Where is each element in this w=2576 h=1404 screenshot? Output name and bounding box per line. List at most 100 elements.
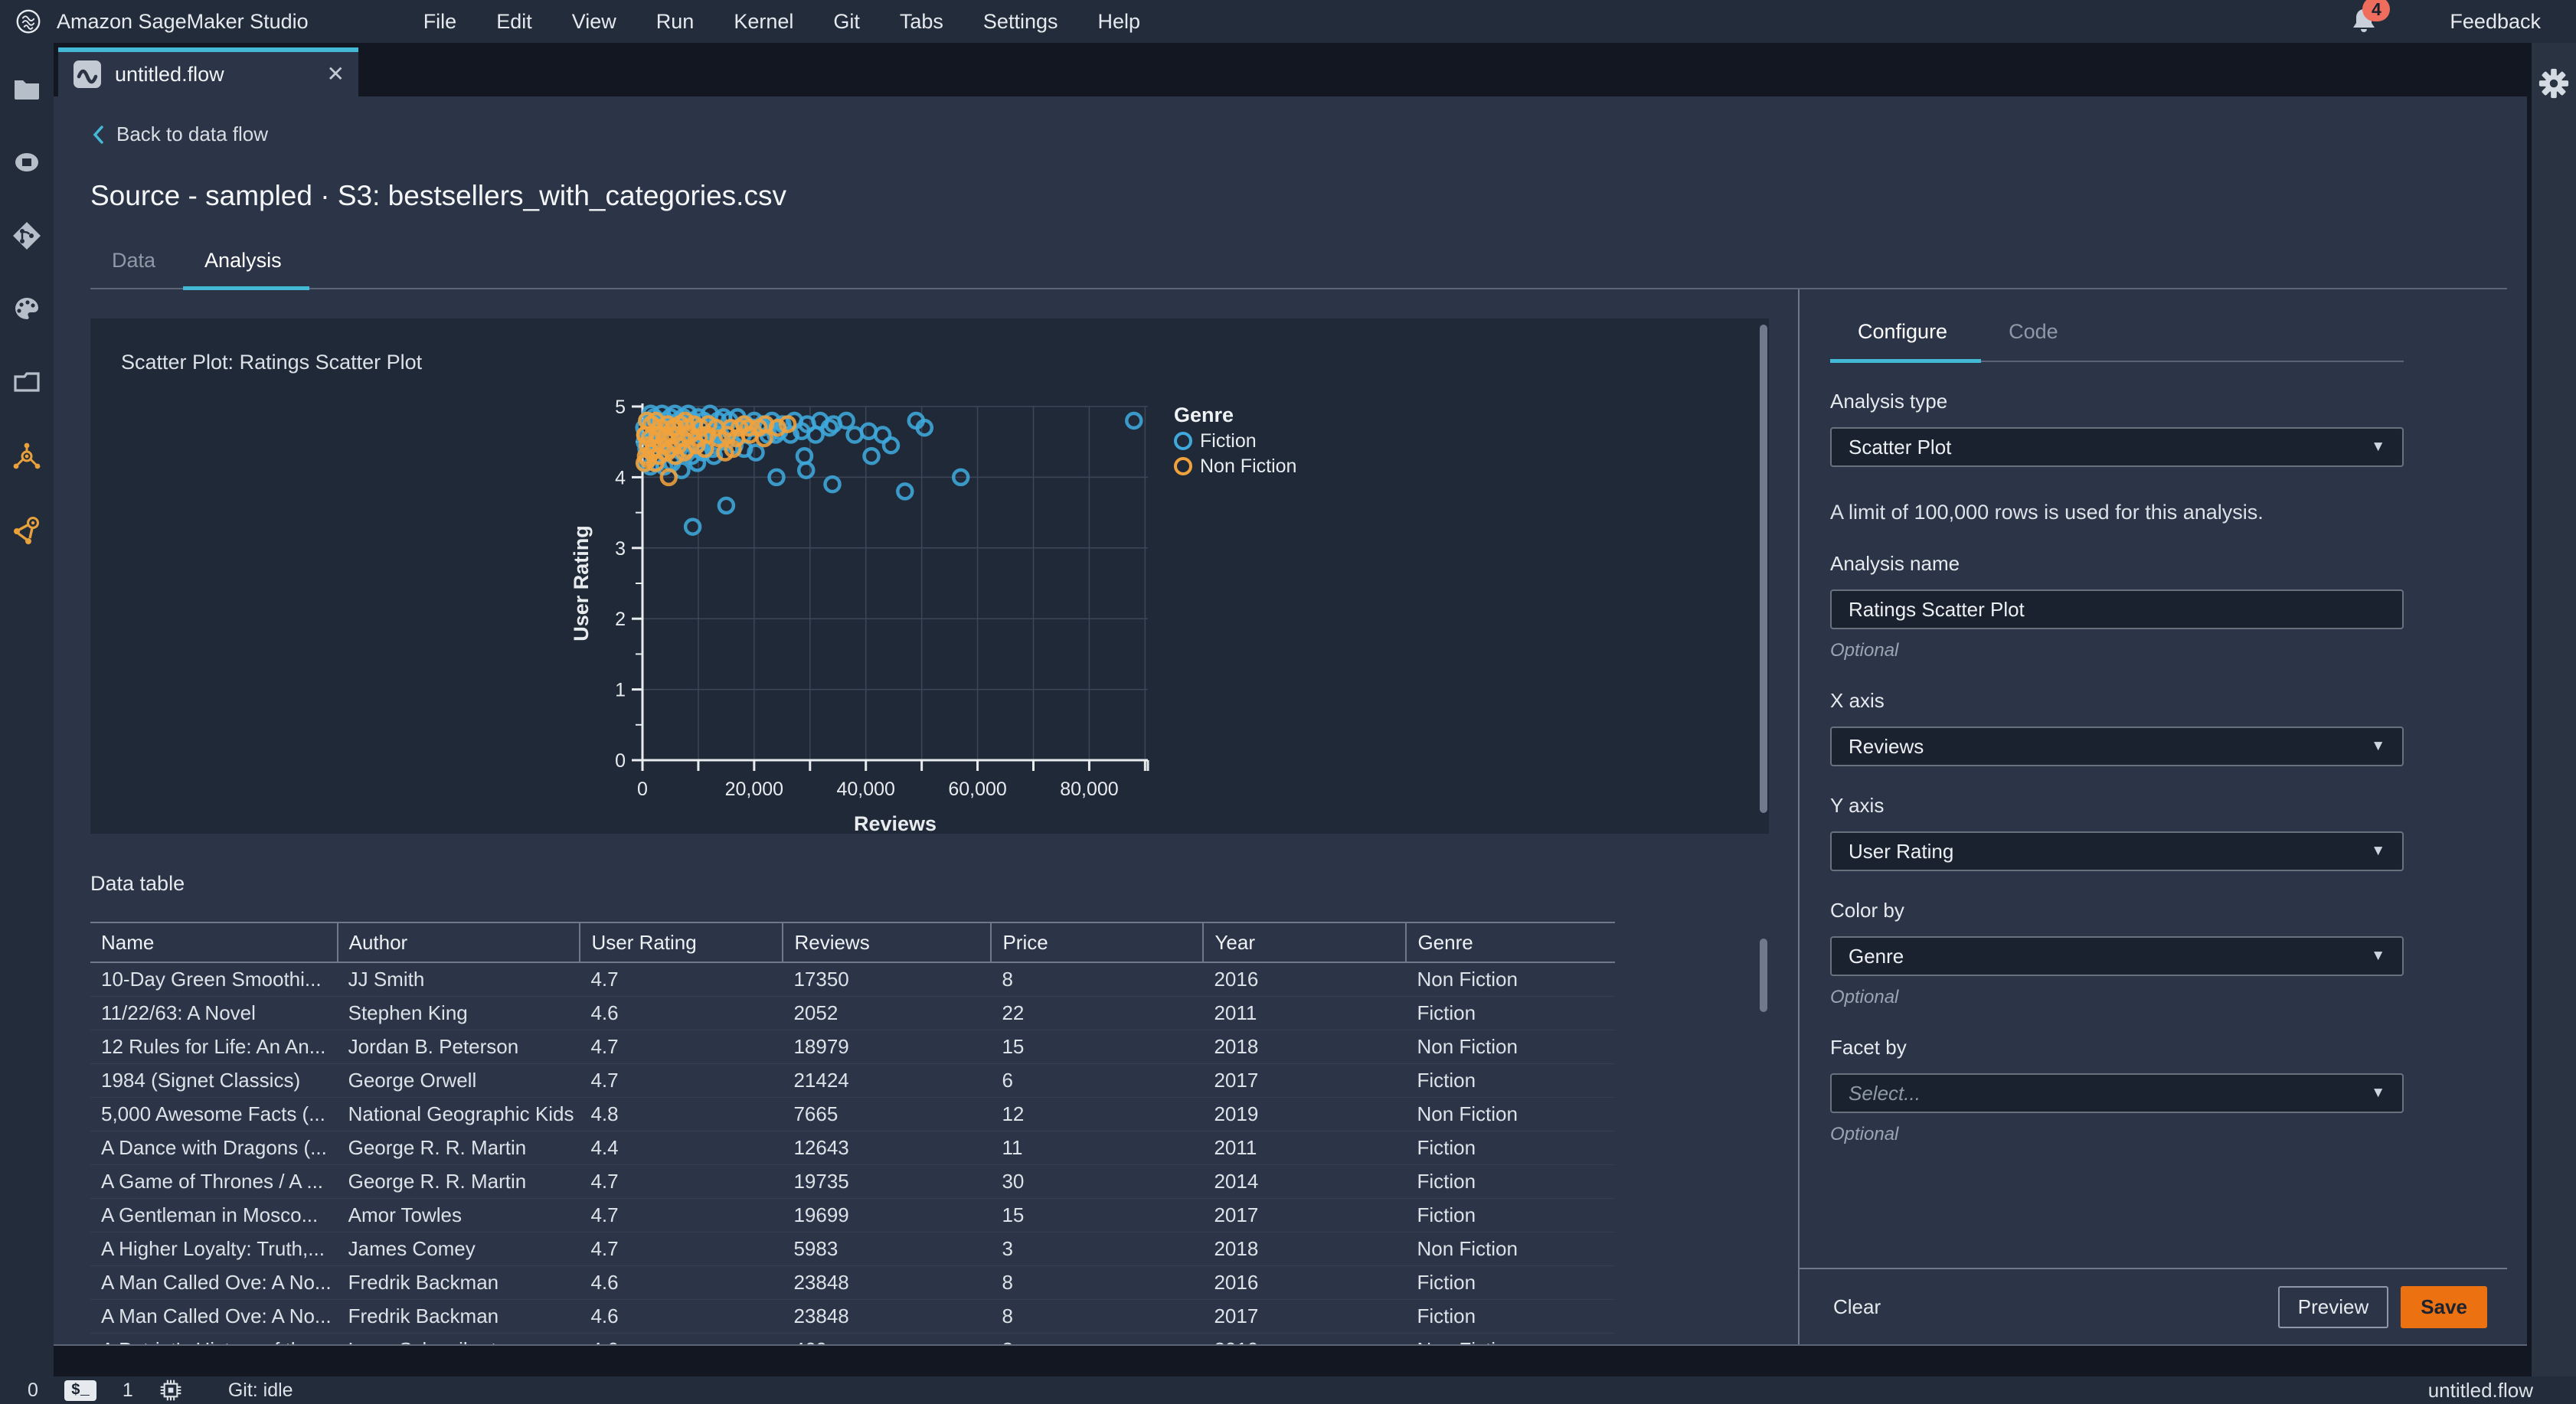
table-row: 11/22/63: A Novel Stephen King 4.6 2052 22 20… bbox=[90, 996, 1616, 1030]
svg-text:User Rating: User Rating bbox=[570, 525, 593, 642]
folder-icon[interactable] bbox=[11, 73, 42, 104]
menu-tabs[interactable]: Tabs bbox=[900, 10, 943, 34]
clear-button[interactable]: Clear bbox=[1833, 1295, 1881, 1319]
column-header-user-rating[interactable]: User Rating bbox=[579, 922, 783, 963]
scatter-plot-card: Scatter Plot: Ratings Scatter Plot 01234… bbox=[90, 318, 1769, 835]
tab-close-icon[interactable]: ✕ bbox=[327, 64, 345, 85]
menu-git[interactable]: Git bbox=[833, 10, 860, 34]
svg-text:Fiction: Fiction bbox=[1200, 430, 1257, 452]
field-facet-by: Facet by Select... ▼ Optional bbox=[1830, 1036, 2404, 1145]
error-count: 0 bbox=[28, 1379, 38, 1401]
git-status[interactable]: Git: idle bbox=[228, 1380, 293, 1402]
field-analysis-name: Analysis name Ratings Scatter Plot Optiona… bbox=[1830, 552, 2404, 661]
analysis-content: Scatter Plot: Ratings Scatter Plot 01234… bbox=[90, 289, 1769, 1344]
column-header-price[interactable]: Price bbox=[990, 922, 1204, 963]
table-header-row: Name Author User Rating Reviews Price Year Gen… bbox=[90, 922, 1616, 963]
sagemaker-studio-app: Amazon SageMaker Studio File Edit View Run K… bbox=[0, 0, 2576, 1404]
facet-by-label: Facet by bbox=[1830, 1036, 1907, 1059]
facet-by-value: Select... bbox=[1849, 1081, 1921, 1105]
notifications-bell-icon[interactable]: 4 bbox=[2350, 0, 2391, 37]
doc-tabs: Data Analysis bbox=[90, 249, 2507, 290]
chevron-down-icon: ▼ bbox=[2371, 1085, 2385, 1101]
field-y-axis: Y axis User Rating ▼ bbox=[1830, 794, 2404, 871]
color-by-value: Genre bbox=[1849, 944, 1904, 968]
cpu-icon[interactable] bbox=[159, 1379, 182, 1402]
running-sessions-icon[interactable] bbox=[11, 147, 42, 178]
menubar-right: 4 Feedback bbox=[2350, 0, 2541, 37]
status-bar: 0 $_ 1 Git: idle untitled.flow bbox=[0, 1376, 2576, 1404]
field-x-axis: X axis Reviews ▼ bbox=[1830, 689, 2404, 766]
main-column: untitled.flow ✕ Back to data flow Source… bbox=[54, 43, 2527, 1376]
color-by-select[interactable]: Genre ▼ bbox=[1830, 936, 2404, 976]
configure-footer: Clear Preview Save bbox=[1800, 1268, 2507, 1344]
kernel-count: 1 bbox=[122, 1379, 133, 1401]
back-to-data-flow-link[interactable]: Back to data flow bbox=[90, 122, 268, 146]
menu-run[interactable]: Run bbox=[656, 10, 695, 34]
menu-kernel[interactable]: Kernel bbox=[734, 10, 793, 34]
y-axis-select[interactable]: User Rating ▼ bbox=[1830, 831, 2404, 871]
app-title: Amazon SageMaker Studio bbox=[57, 9, 309, 33]
field-color-by: Color by Genre ▼ Optional bbox=[1830, 899, 2404, 1008]
analysis-type-value: Scatter Plot bbox=[1849, 435, 1952, 459]
column-header-name[interactable]: Name bbox=[90, 922, 338, 963]
menu-help[interactable]: Help bbox=[1097, 10, 1140, 34]
x-axis-value: Reviews bbox=[1849, 734, 1924, 758]
terminal-icon[interactable]: $_ bbox=[64, 1380, 96, 1401]
table-row: A Patriot's History of th...Larry Schwei… bbox=[90, 1333, 1616, 1344]
svg-text:Non Fiction: Non Fiction bbox=[1200, 455, 1296, 477]
chevron-down-icon: ▼ bbox=[2371, 843, 2385, 859]
facet-by-optional-note: Optional bbox=[1830, 1124, 1899, 1144]
svg-text:Genre: Genre bbox=[1174, 403, 1234, 426]
table-row: A Higher Loyalty: Truth,... James Comey 4.… bbox=[90, 1232, 1616, 1266]
svg-text:2: 2 bbox=[615, 609, 626, 630]
menu-settings[interactable]: Settings bbox=[983, 10, 1058, 34]
table-row: 1984 (Signet Classics) George Orwell 4.7 21… bbox=[90, 1063, 1616, 1098]
menu-edit[interactable]: Edit bbox=[496, 10, 532, 34]
palette-icon[interactable] bbox=[11, 294, 42, 325]
svg-text:4: 4 bbox=[615, 467, 626, 488]
menu-view[interactable]: View bbox=[572, 10, 616, 34]
column-header-genre[interactable]: Genre bbox=[1405, 922, 1616, 963]
analysis-name-input[interactable]: Ratings Scatter Plot bbox=[1830, 589, 2404, 629]
pipeline-icon[interactable] bbox=[11, 514, 42, 545]
color-by-optional-note: Optional bbox=[1830, 987, 1899, 1007]
git-icon[interactable] bbox=[11, 220, 42, 251]
page-title: Source - sampled · S3: bestsellers_with_… bbox=[90, 180, 786, 211]
svg-text:20,000: 20,000 bbox=[725, 779, 783, 800]
chart-card-scrollbar[interactable] bbox=[1760, 325, 1767, 813]
x-axis-select[interactable]: Reviews ▼ bbox=[1830, 726, 2404, 766]
body-row: untitled.flow ✕ Back to data flow Source… bbox=[0, 43, 2576, 1376]
facet-by-select[interactable]: Select... ▼ bbox=[1830, 1073, 2404, 1113]
settings-gear-icon[interactable] bbox=[2538, 67, 2570, 100]
preview-button[interactable]: Preview bbox=[2277, 1285, 2389, 1328]
table-row: 12 Rules for Life: An An... Jordan B. Pet… bbox=[90, 1030, 1616, 1064]
y-axis-value: User Rating bbox=[1849, 839, 1954, 863]
tab-configure[interactable]: Configure bbox=[1830, 320, 1982, 363]
content-scrollbar[interactable] bbox=[1760, 939, 1767, 1012]
menu-file[interactable]: File bbox=[423, 10, 457, 34]
analysis-type-label: Analysis type bbox=[1830, 390, 1948, 413]
analysis-type-select[interactable]: Scatter Plot ▼ bbox=[1830, 427, 2404, 467]
x-axis-label: X axis bbox=[1830, 689, 1885, 712]
configure-panel: Configure Code Analysis type Scatter Plot ▼… bbox=[1798, 289, 2507, 1344]
table-row: A Man Called Ove: A No... Fredrik Backman… bbox=[90, 1265, 1616, 1300]
y-axis-label: Y axis bbox=[1830, 794, 1885, 817]
tab-analysis[interactable]: Analysis bbox=[183, 249, 309, 290]
column-header-year[interactable]: Year bbox=[1202, 922, 1407, 963]
feedback-link[interactable]: Feedback bbox=[2450, 10, 2541, 34]
tab-untitled-flow[interactable]: untitled.flow ✕ bbox=[58, 47, 358, 96]
tab-strip: untitled.flow ✕ bbox=[54, 43, 2527, 96]
chevron-down-icon: ▼ bbox=[2371, 948, 2385, 964]
configure-panel-tabs: Configure Code bbox=[1830, 320, 2404, 363]
svg-text:Reviews: Reviews bbox=[854, 812, 937, 834]
column-header-reviews[interactable]: Reviews bbox=[782, 922, 992, 963]
save-button[interactable]: Save bbox=[2401, 1285, 2487, 1328]
column-header-author[interactable]: Author bbox=[336, 922, 580, 963]
configure-fields: Analysis type Scatter Plot ▼ A limit of 100… bbox=[1830, 390, 2404, 1145]
content-row: Scatter Plot: Ratings Scatter Plot 01234… bbox=[90, 289, 2507, 1344]
tab-data[interactable]: Data bbox=[90, 249, 183, 288]
resources-icon[interactable] bbox=[11, 441, 42, 472]
tab-code[interactable]: Code bbox=[1981, 320, 2092, 361]
open-tabs-icon[interactable] bbox=[11, 367, 42, 398]
analysis-name-optional-note: Optional bbox=[1830, 640, 1899, 661]
